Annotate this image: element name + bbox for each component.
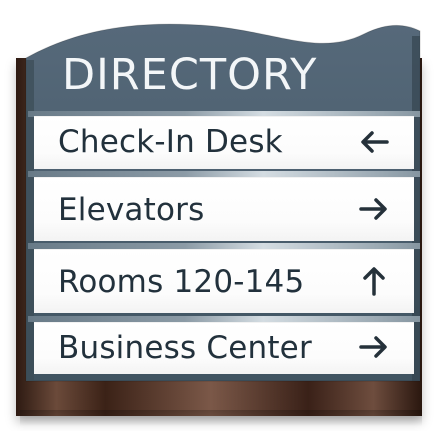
row-label-business-center: Business Center xyxy=(58,330,312,366)
row-elevators: Elevators xyxy=(34,177,414,241)
row-label-rooms: Rooms 120-145 xyxy=(58,264,305,300)
right-arrow-icon xyxy=(359,336,387,358)
directory-sign-scene: DIRECTORY Check-In Desk Elevators Rooms … xyxy=(0,0,448,431)
row-check-in-desk: Check-In Desk xyxy=(34,116,414,169)
directory-title: DIRECTORY xyxy=(62,50,318,100)
row-label-elevators: Elevators xyxy=(58,192,205,228)
row-business-center: Business Center xyxy=(34,322,414,374)
left-arrow-icon xyxy=(361,131,389,153)
up-arrow-icon xyxy=(363,267,385,296)
panel-left-edge xyxy=(26,60,34,381)
row-label-check-in-desk: Check-In Desk xyxy=(58,124,283,160)
right-arrow-icon xyxy=(359,198,387,220)
row-rooms-120-145: Rooms 120-145 xyxy=(34,249,414,313)
